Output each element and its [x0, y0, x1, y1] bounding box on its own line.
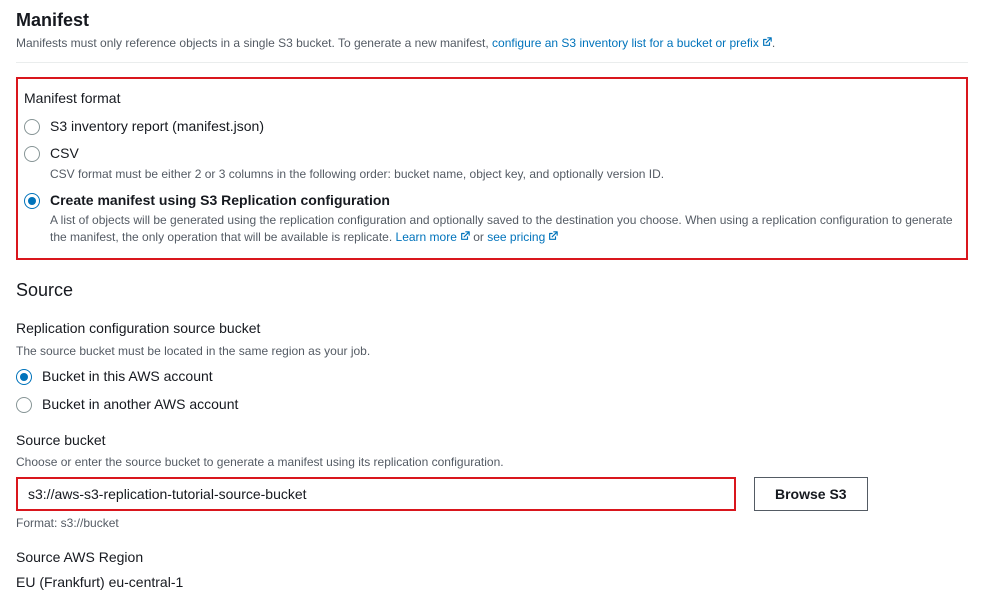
radio-icon	[24, 146, 40, 162]
source-title: Source	[16, 278, 968, 303]
manifest-format-radio-group: S3 inventory report (manifest.json) CSV …	[24, 117, 960, 246]
source-region-label: Source AWS Region	[16, 548, 968, 568]
radio-label: Create manifest using S3 Replication con…	[50, 191, 960, 211]
browse-s3-button[interactable]: Browse S3	[754, 477, 868, 511]
manifest-format-label: Manifest format	[24, 89, 960, 109]
external-link-icon	[762, 37, 772, 47]
source-bucket-input[interactable]	[16, 477, 736, 511]
manifest-header: Manifest Manifests must only reference o…	[16, 8, 968, 63]
manifest-format-section: Manifest format S3 inventory report (man…	[16, 77, 968, 260]
page-title: Manifest	[16, 8, 968, 33]
radio-icon	[16, 369, 32, 385]
radio-replication[interactable]: Create manifest using S3 Replication con…	[24, 191, 960, 246]
format-hint: Format: s3://bucket	[16, 515, 968, 532]
radio-label: CSV	[50, 144, 960, 164]
radio-label: S3 inventory report (manifest.json)	[50, 117, 960, 137]
manifest-header-desc: Manifests must only reference objects in…	[16, 35, 968, 52]
source-bucket-block: Source bucket Choose or enter the source…	[16, 431, 968, 532]
radio-icon	[16, 397, 32, 413]
radio-label: Bucket in another AWS account	[42, 395, 968, 415]
header-desc-text: Manifests must only reference objects in…	[16, 36, 492, 50]
radio-csv[interactable]: CSV CSV format must be either 2 or 3 col…	[24, 144, 960, 182]
radio-label: Bucket in this AWS account	[42, 367, 968, 387]
config-source-label: Replication configuration source bucket	[16, 319, 968, 339]
radio-icon	[24, 193, 40, 209]
learn-more-link[interactable]: Learn more	[396, 230, 470, 244]
source-region-block: Source AWS Region EU (Frankfurt) eu-cent…	[16, 548, 968, 593]
radio-this-account[interactable]: Bucket in this AWS account	[16, 367, 968, 387]
radio-desc: CSV format must be either 2 or 3 columns…	[50, 166, 960, 183]
see-pricing-link[interactable]: see pricing	[487, 230, 558, 244]
configure-inventory-link[interactable]: configure an S3 inventory list for a buc…	[492, 36, 772, 50]
external-link-icon	[548, 231, 558, 241]
source-bucket-label: Source bucket	[16, 431, 968, 451]
radio-desc: A list of objects will be generated usin…	[50, 212, 960, 246]
radio-other-account[interactable]: Bucket in another AWS account	[16, 395, 968, 415]
radio-icon	[24, 119, 40, 135]
replication-config-source-block: Replication configuration source bucket …	[16, 319, 968, 415]
external-link-icon	[460, 231, 470, 241]
source-region-value: EU (Frankfurt) eu-central-1	[16, 573, 968, 593]
radio-s3-inventory[interactable]: S3 inventory report (manifest.json)	[24, 117, 960, 137]
config-source-desc: The source bucket must be located in the…	[16, 343, 968, 360]
header-desc-suffix: .	[772, 36, 775, 50]
source-bucket-desc: Choose or enter the source bucket to gen…	[16, 454, 968, 471]
